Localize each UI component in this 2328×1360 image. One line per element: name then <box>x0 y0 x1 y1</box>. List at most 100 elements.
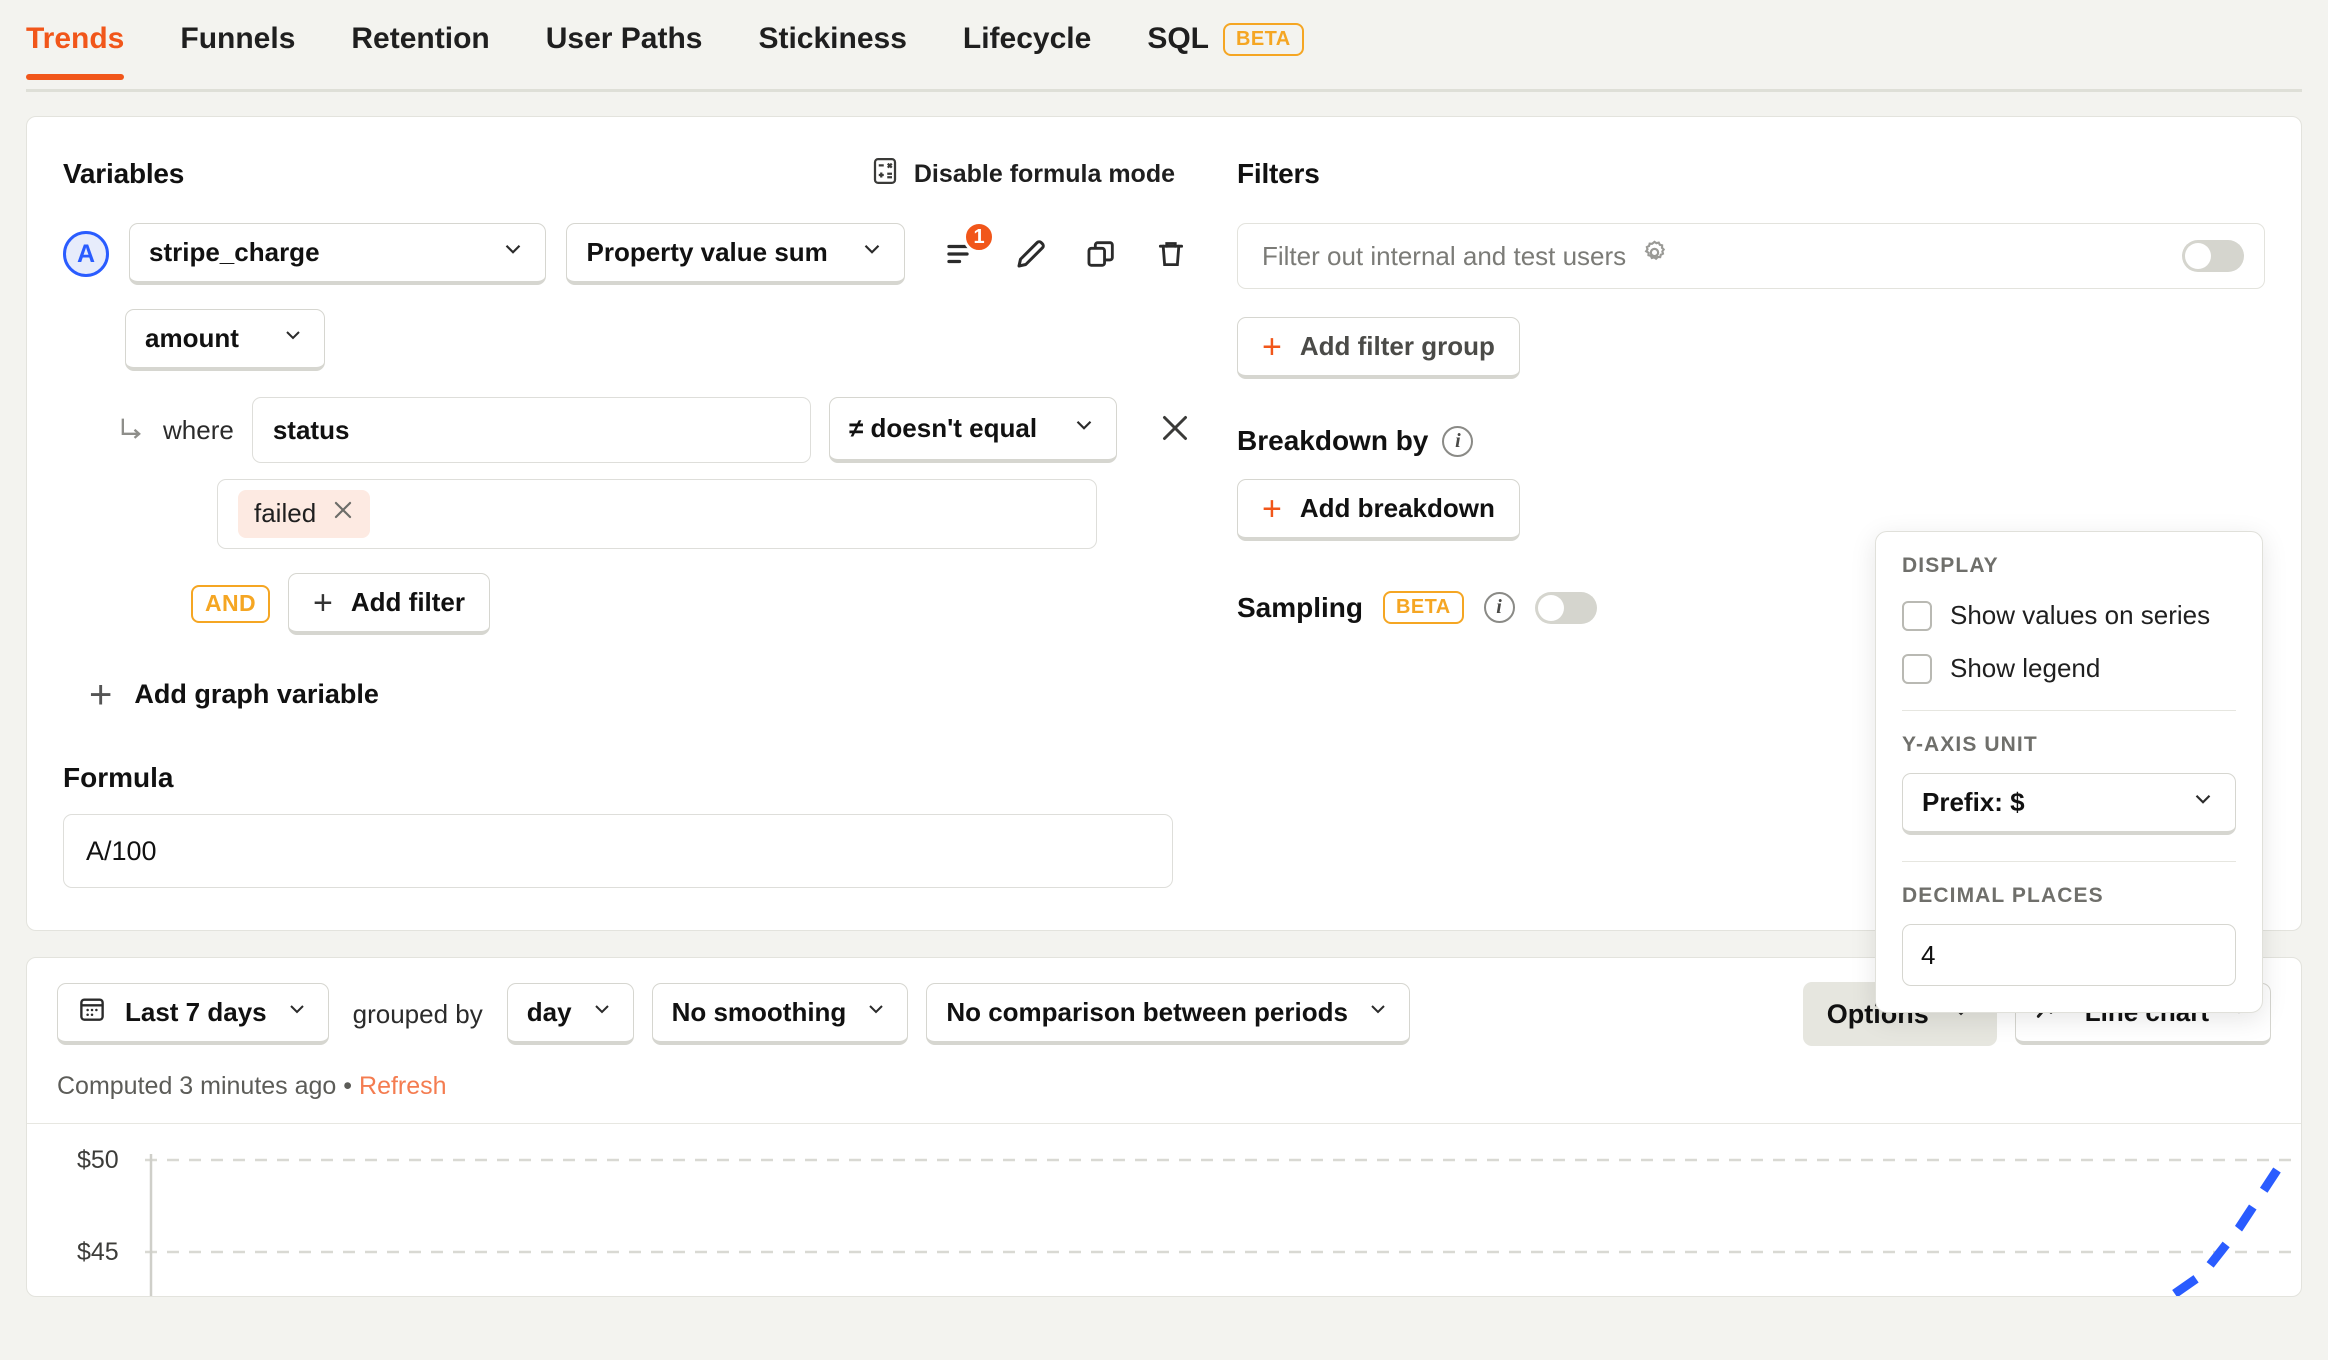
y-axis-unit-label: Y-AXIS UNIT <box>1902 733 2038 756</box>
tab-stickiness[interactable]: Stickiness <box>758 0 906 80</box>
series-a-line <box>2163 1167 2281 1296</box>
variables-column: Variables Disable formula mode A stripe_… <box>63 151 1193 888</box>
smoothing-value: No smoothing <box>671 997 847 1027</box>
add-graph-variable-button[interactable]: + Add graph variable <box>89 675 1193 715</box>
tab-sql-label: SQL <box>1147 22 1209 55</box>
options-popover: DISPLAY Show values on series Show legen… <box>1875 531 2263 1013</box>
tab-user-paths[interactable]: User Paths <box>546 0 703 80</box>
add-filter-button[interactable]: + Add filter <box>288 573 490 635</box>
gear-icon[interactable] <box>1640 238 1669 274</box>
show-legend-checkbox[interactable]: Show legend <box>1902 653 2236 684</box>
filter-key-value: status <box>272 414 350 445</box>
add-graph-variable-label: Add graph variable <box>134 679 379 709</box>
series-filter-button[interactable]: 1 <box>939 221 995 276</box>
add-filter-row: AND + Add filter <box>191 573 1193 635</box>
and-operator-badge: AND <box>191 585 271 623</box>
smoothing-select[interactable]: No smoothing <box>651 983 909 1045</box>
chevron-down-icon <box>864 997 888 1028</box>
filter-operator-value: ≠ doesn't equal <box>849 413 1038 443</box>
event-select[interactable]: stripe_charge <box>129 223 547 285</box>
property-select[interactable]: amount <box>125 309 325 371</box>
comparison-select[interactable]: No comparison between periods <box>926 983 1410 1045</box>
chevron-down-icon <box>2190 786 2216 819</box>
chevron-down-icon <box>590 997 614 1028</box>
sampling-toggle[interactable] <box>1534 591 1597 624</box>
tab-lifecycle-label: Lifecycle <box>962 22 1092 55</box>
breakdown-section-header: Breakdown by i <box>1237 425 2265 457</box>
toggle-knob <box>1537 594 1564 621</box>
computed-text: Computed 3 minutes ago <box>57 1072 337 1100</box>
status-separator: • <box>343 1072 353 1100</box>
series-row: A stripe_charge Property value sum 1 <box>63 221 1193 285</box>
analysis-tab-bar: Trends Funnels Retention User Paths Stic… <box>0 0 2328 92</box>
tab-sql[interactable]: SQL BETA <box>1147 0 1304 80</box>
date-range-select[interactable]: Last 7 days <box>57 983 329 1045</box>
show-legend-label: Show legend <box>1950 653 2101 683</box>
interval-select[interactable]: day <box>506 983 634 1045</box>
delete-series-button[interactable] <box>1149 232 1193 276</box>
tab-trends-label: Trends <box>26 22 125 55</box>
remove-filter-button[interactable] <box>1157 410 1193 451</box>
info-icon[interactable]: i <box>1442 425 1474 457</box>
tab-lifecycle[interactable]: Lifecycle <box>963 0 1091 80</box>
disable-formula-mode-button[interactable]: Disable formula mode <box>870 156 1175 193</box>
duplicate-series-button[interactable] <box>1079 232 1123 276</box>
tab-funnels-label: Funnels <box>180 22 296 55</box>
add-filter-label: Add filter <box>350 587 465 617</box>
trends-line-chart[interactable]: $50 $45 <box>27 1124 2301 1296</box>
decimal-places-input[interactable]: 4 <box>1902 924 2236 986</box>
formula-title: Formula <box>63 762 174 793</box>
tab-trends[interactable]: Trends <box>26 0 125 80</box>
filter-value-tag: failed <box>238 490 371 538</box>
info-icon[interactable]: i <box>1483 592 1515 623</box>
breakdown-title: Breakdown by <box>1237 425 1429 456</box>
decimal-places-value: 4 <box>1921 939 1936 970</box>
chevron-down-icon <box>1071 412 1097 445</box>
formula-input[interactable]: A/100 <box>63 814 1173 888</box>
series-actions: 1 <box>939 221 1193 276</box>
series-letter-badge: A <box>63 231 109 277</box>
add-breakdown-button[interactable]: + Add breakdown <box>1237 479 1520 541</box>
event-select-value: stripe_charge <box>149 237 320 267</box>
filter-value-tag-label: failed <box>254 498 317 528</box>
decimal-places-label: DECIMAL PLACES <box>1902 884 2104 907</box>
chevron-down-icon <box>285 997 309 1028</box>
show-values-on-series-checkbox[interactable]: Show values on series <box>1902 600 2236 631</box>
branch-arrow-icon <box>117 414 145 447</box>
formula-value: A/100 <box>86 835 157 866</box>
add-filter-group-button[interactable]: + Add filter group <box>1237 317 1520 379</box>
close-icon[interactable] <box>330 497 356 530</box>
tab-stickiness-label: Stickiness <box>758 22 907 55</box>
chart-canvas <box>145 1154 2301 1296</box>
math-select[interactable]: Property value sum <box>566 223 905 285</box>
filter-key-input[interactable]: status <box>251 397 812 463</box>
query-editor-card: Variables Disable formula mode A stripe_… <box>26 116 2302 1013</box>
refresh-button[interactable]: Refresh <box>359 1072 447 1100</box>
math-select-value: Property value sum <box>586 237 828 267</box>
filter-value-input[interactable]: failed <box>217 479 1097 549</box>
show-values-on-series-label: Show values on series <box>1950 600 2211 630</box>
where-label: where <box>163 414 234 445</box>
y-axis-unit-select[interactable]: Prefix: $ <box>1902 773 2236 835</box>
internal-users-filter-bar: Filter out internal and test users <box>1237 223 2265 289</box>
y-axis-unit-value: Prefix: $ <box>1922 787 2025 817</box>
toggle-knob <box>2185 243 2211 269</box>
tab-retention-label: Retention <box>351 22 490 55</box>
sql-beta-badge: BETA <box>1222 22 1304 56</box>
internal-users-toggle[interactable] <box>2182 240 2244 272</box>
computed-status: Computed 3 minutes ago • Refresh <box>27 1072 2301 1124</box>
sampling-title: Sampling <box>1237 591 1364 623</box>
tab-user-paths-label: User Paths <box>545 22 703 55</box>
tab-retention[interactable]: Retention <box>351 0 489 80</box>
interval-value: day <box>526 997 572 1027</box>
filter-operator-select[interactable]: ≠ doesn't equal <box>829 397 1117 463</box>
filter-where-row: where status ≠ doesn't equal <box>117 397 1193 463</box>
checkbox-icon <box>1902 653 1932 684</box>
divider <box>1902 710 2236 711</box>
grouped-by-label: grouped by <box>352 998 483 1029</box>
edit-series-button[interactable] <box>1009 232 1053 276</box>
tab-funnels[interactable]: Funnels <box>180 0 295 80</box>
add-breakdown-label: Add breakdown <box>1299 493 1495 523</box>
comparison-value: No comparison between periods <box>946 997 1348 1027</box>
divider <box>1902 861 2236 862</box>
